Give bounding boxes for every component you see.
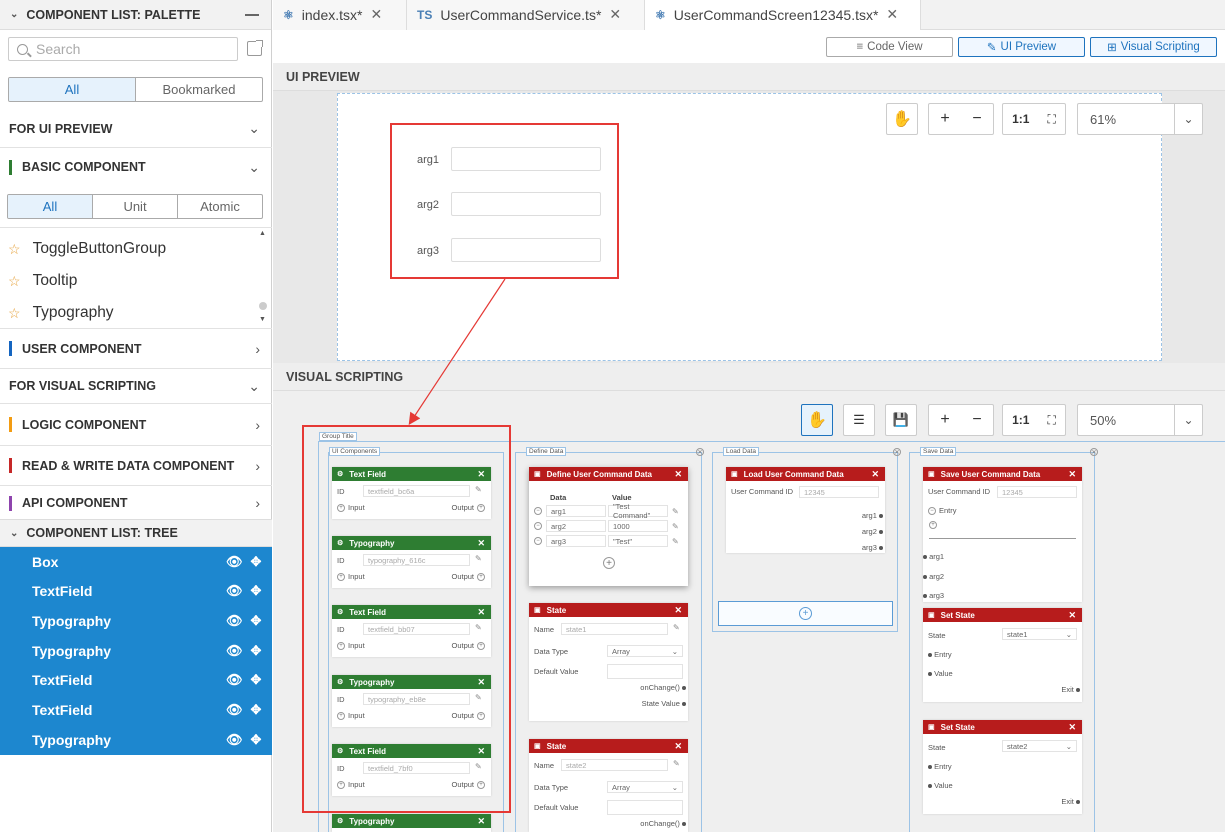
highlight-ui-components xyxy=(302,425,511,813)
annotation-overlay xyxy=(408,278,506,426)
annotation-arrow xyxy=(408,278,506,426)
